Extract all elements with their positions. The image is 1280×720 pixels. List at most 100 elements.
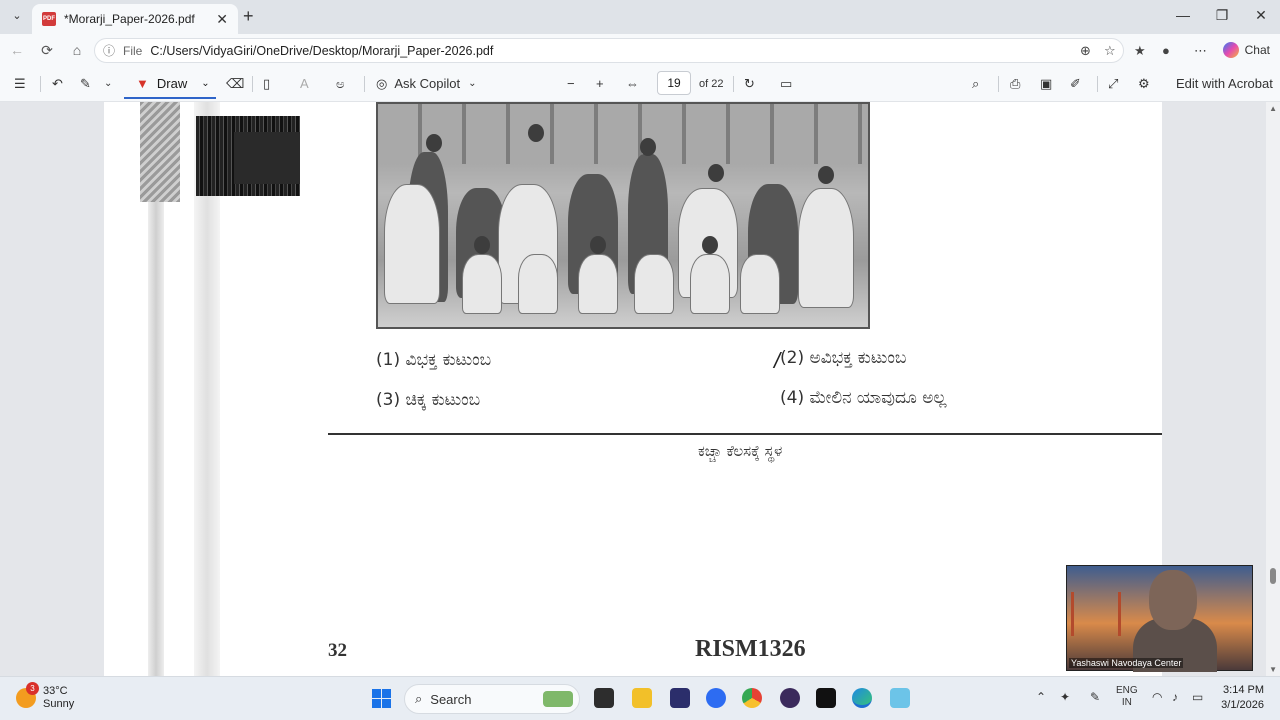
option-number: (1) — [376, 350, 401, 370]
task-view-icon[interactable] — [594, 688, 614, 708]
restore-icon[interactable]: ❐ — [1207, 7, 1237, 24]
profile-avatar-icon[interactable]: ● — [1162, 43, 1170, 58]
eraser-icon[interactable]: ⌫ — [226, 75, 244, 93]
highlight-icon[interactable]: ✎ — [80, 75, 91, 93]
rough-work-label: ಕಚ್ಚಾ ಕೆಲಸಕ್ಕೆ ಸ್ಥಳ — [698, 442, 783, 460]
save-icon[interactable]: ▣ — [1040, 75, 1052, 93]
volume-icon[interactable]: ♪ — [1172, 690, 1178, 704]
find-icon[interactable]: ⌕ — [972, 75, 979, 93]
photo-head — [702, 236, 718, 254]
weather-widget[interactable]: 3 33°C Sunny — [16, 682, 74, 711]
start-button[interactable] — [372, 689, 391, 708]
zoom-icon[interactable]: ⊕ — [1080, 43, 1091, 59]
info-icon[interactable]: ⓘ — [103, 42, 115, 59]
region-code: IN — [1121, 697, 1132, 708]
taskbar: 3 33°C Sunny ⌕ Search ⌃ ✦ ✎ ENG IN ◠ ♪ ▭… — [0, 676, 1280, 720]
search-highlight-image — [543, 691, 573, 707]
divider — [364, 76, 365, 92]
option-text: ಚಿಕ್ಕ ಕುಟುಂಬ — [405, 390, 481, 410]
pdf-toolbar: ☰ ↶ ✎ ⌄ ▼ Draw ⌄ ⌫ ▯ A ಅ ◎ Ask Copilot ⌄… — [0, 66, 1280, 102]
clock[interactable]: 3:14 PM 3/1/2026 — [1221, 683, 1264, 713]
draw-label: Draw — [156, 75, 188, 91]
search-label: Search — [430, 691, 472, 707]
video-call-overlay[interactable]: Yashaswi Navodaya Center — [1066, 565, 1253, 672]
draw-dropdown-icon[interactable]: ⌄ — [201, 78, 209, 89]
taskbar-search[interactable]: ⌕ Search — [404, 684, 580, 714]
ask-copilot-button[interactable]: ◎ Ask Copilot ⌄ — [376, 75, 476, 93]
page-number-footer: 32 — [328, 640, 347, 661]
chevron-down-icon: ⌄ — [468, 78, 477, 89]
print-icon[interactable]: ⎙ — [1010, 75, 1020, 93]
edit-with-acrobat-button[interactable]: Edit with Acrobat — [1176, 75, 1273, 93]
draw-button[interactable]: ▼ Draw ⌄ — [124, 69, 216, 99]
scrollbar-thumb[interactable] — [1270, 568, 1276, 584]
speaker-name: Yashaswi Navodaya Center — [1069, 658, 1184, 668]
chat-label: Chat — [1244, 43, 1270, 57]
save-as-icon[interactable]: ✐ — [1070, 75, 1081, 93]
home-icon[interactable]: ⌂ — [68, 42, 86, 58]
wifi-icon[interactable]: ◠ — [1152, 690, 1162, 704]
scroll-down-icon[interactable]: ▼ — [1269, 665, 1277, 674]
tab-close-icon[interactable]: ✕ — [216, 11, 228, 28]
undo-icon[interactable]: ↶ — [52, 75, 63, 93]
zoom-out-icon[interactable]: − — [567, 75, 575, 93]
chrome-icon[interactable] — [742, 688, 762, 708]
translate-icon[interactable]: ಅ — [336, 75, 345, 93]
address-bar[interactable]: ⓘ File C:/Users/VidyaGiri/OneDrive/Deskt… — [94, 38, 1124, 63]
fit-width-icon[interactable]: ⇔ — [626, 75, 639, 93]
network-pen-icon[interactable]: ✦ — [1060, 690, 1070, 704]
pen-app-icon[interactable] — [816, 688, 836, 708]
option-text: ಮೇಲಿನ ಯಾವುದೂ ಅಲ್ಲ — [809, 388, 947, 408]
page-number-input[interactable]: 19 — [657, 71, 691, 95]
tab-active[interactable]: PDF *Morarji_Paper-2026.pdf ✕ — [32, 4, 238, 34]
minimize-icon[interactable]: — — [1168, 7, 1198, 23]
option-number: (4) — [780, 388, 805, 408]
photo-head — [640, 138, 656, 156]
copilot-icon — [1222, 42, 1239, 58]
more-options-icon[interactable]: ⋯ — [1194, 43, 1207, 59]
new-tab-icon[interactable]: + — [243, 6, 254, 27]
paper-code: RISM1326 — [695, 636, 806, 662]
close-window-icon[interactable]: ✕ — [1246, 7, 1276, 24]
text-box-icon[interactable]: ▯ — [263, 75, 270, 93]
full-screen-icon[interactable]: ⤢ — [1108, 75, 1118, 93]
file-explorer-icon[interactable] — [632, 688, 652, 708]
chat-button[interactable]: Chat — [1222, 42, 1270, 58]
zoom-in-icon[interactable]: + — [596, 75, 604, 93]
option-3: (3) ಚಿಕ್ಕ ಕುಟುಂಬ — [376, 390, 480, 410]
pdf-icon: PDF — [42, 12, 56, 26]
page-view-icon[interactable]: ▭ — [780, 75, 792, 93]
url-text[interactable]: C:/Users/VidyaGiri/OneDrive/Desktop/Mora… — [150, 44, 493, 58]
refresh-icon[interactable]: ⟳ — [38, 42, 56, 59]
windows-logo-pane — [372, 689, 381, 698]
rotate-icon[interactable]: ↻ — [744, 75, 755, 93]
page-total-label: of 22 — [699, 78, 724, 90]
tab-bar: ⌄ PDF *Morarji_Paper-2026.pdf ✕ + — ❐ ✕ — [0, 0, 1280, 34]
photo-head — [708, 164, 724, 182]
scroll-up-icon[interactable]: ▲ — [1269, 104, 1277, 113]
app-icon[interactable] — [780, 688, 800, 708]
snipping-tool-icon[interactable] — [890, 688, 910, 708]
pen-workspace-icon[interactable]: ✎ — [1090, 690, 1100, 704]
intellij-icon[interactable] — [670, 688, 690, 708]
contents-icon[interactable]: ☰ — [14, 75, 26, 93]
option-number: (2) — [780, 348, 805, 368]
edge-icon[interactable] — [852, 688, 872, 708]
back-icon[interactable]: ← — [8, 42, 26, 58]
battery-icon[interactable]: ▭ — [1192, 690, 1203, 704]
vertical-scrollbar[interactable]: ▲ ▼ — [1266, 102, 1280, 676]
option-number: (3) — [376, 390, 401, 410]
language-indicator[interactable]: ENG IN — [1116, 685, 1138, 709]
tab-actions-menu-icon[interactable]: ⌄ — [8, 9, 26, 25]
favorites-icon[interactable]: ★ — [1134, 43, 1146, 59]
language-code: ENG — [1116, 685, 1138, 696]
settings-gear-icon[interactable]: ⚙ — [1138, 75, 1150, 93]
favorite-star-icon[interactable]: ☆ — [1104, 43, 1116, 59]
text-format-icon[interactable]: A — [300, 75, 309, 93]
highlight-dropdown-icon[interactable]: ⌄ — [104, 75, 112, 93]
photo-figure — [690, 254, 730, 314]
speaker-face — [1149, 570, 1197, 630]
zoom-app-icon[interactable] — [706, 688, 726, 708]
show-hidden-icons[interactable]: ⌃ — [1036, 690, 1046, 704]
search-icon: ⌕ — [415, 691, 423, 706]
